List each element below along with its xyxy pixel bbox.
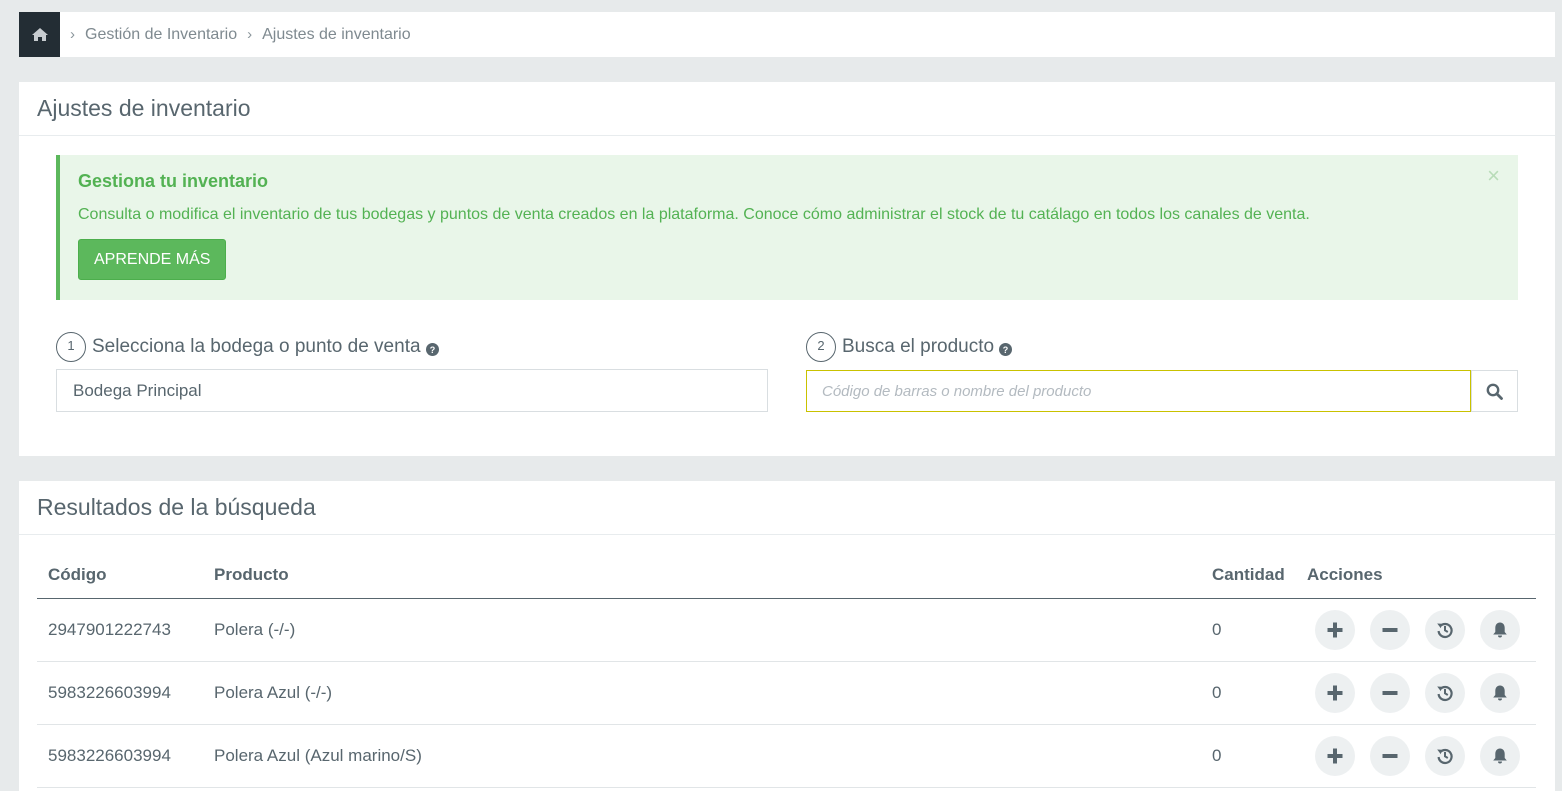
column-header-code[interactable]: Código bbox=[37, 561, 203, 599]
home-button[interactable] bbox=[19, 12, 60, 57]
alert-button[interactable] bbox=[1480, 609, 1520, 650]
inventory-adjust-panel: Ajustes de inventario Gestiona tu invent… bbox=[19, 82, 1555, 456]
cell-actions bbox=[1296, 661, 1536, 725]
cell-product: Polera Azul (-/-) bbox=[203, 661, 1201, 725]
minus-icon bbox=[1382, 690, 1398, 695]
column-header-quantity[interactable]: Cantidad bbox=[1201, 561, 1296, 599]
table-row: 5983226603994 Polera Azul (-/-) 0 bbox=[37, 661, 1536, 725]
history-button[interactable] bbox=[1425, 609, 1465, 650]
minus-icon bbox=[1382, 627, 1398, 632]
bell-icon bbox=[1493, 622, 1507, 637]
breadcrumb-item-inventory[interactable]: Gestión de Inventario bbox=[85, 26, 237, 44]
bell-icon bbox=[1493, 685, 1507, 700]
alert-text: Consulta o modifica el inventario de tus… bbox=[78, 206, 1310, 223]
cell-actions bbox=[1296, 598, 1536, 662]
step-label: Busca el producto bbox=[842, 336, 995, 357]
results-table: Código Producto Cantidad Acciones 294790… bbox=[37, 561, 1536, 788]
panel-header: Ajustes de inventario bbox=[19, 82, 1555, 136]
results-title: Resultados de la búsqueda bbox=[37, 494, 316, 520]
remove-stock-button[interactable] bbox=[1370, 735, 1410, 776]
table-row: 5983226603994 Polera Azul (Azul marino/S… bbox=[37, 724, 1536, 788]
history-button[interactable] bbox=[1425, 735, 1465, 776]
search-icon bbox=[1486, 383, 1503, 400]
column-header-product[interactable]: Producto bbox=[203, 561, 1201, 599]
info-alert: Gestiona tu inventario Consulta o modifi… bbox=[56, 155, 1518, 300]
add-stock-button[interactable] bbox=[1315, 672, 1355, 713]
remove-stock-button[interactable] bbox=[1370, 609, 1410, 650]
history-icon bbox=[1437, 748, 1453, 764]
history-icon bbox=[1437, 685, 1453, 701]
cell-actions bbox=[1296, 724, 1536, 788]
svg-text:?: ? bbox=[429, 345, 435, 355]
close-icon[interactable]: × bbox=[1487, 165, 1500, 187]
cell-code: 5983226603994 bbox=[37, 661, 203, 725]
chevron-right-icon: › bbox=[247, 26, 253, 43]
cell-quantity: 0 bbox=[1201, 661, 1296, 725]
remove-stock-button[interactable] bbox=[1370, 672, 1410, 713]
table-header-row: Código Producto Cantidad Acciones bbox=[37, 561, 1536, 599]
step-label: Selecciona la bodega o punto de venta bbox=[92, 336, 421, 357]
history-button[interactable] bbox=[1425, 672, 1465, 713]
history-icon bbox=[1437, 622, 1453, 638]
svg-text:?: ? bbox=[1003, 345, 1009, 355]
search-results-panel: Resultados de la búsqueda Código Product… bbox=[19, 481, 1555, 791]
add-stock-button[interactable] bbox=[1315, 609, 1355, 650]
learn-more-button[interactable]: APRENDE MÁS bbox=[78, 239, 227, 280]
plus-icon bbox=[1327, 748, 1343, 763]
bell-icon bbox=[1493, 748, 1507, 763]
home-icon bbox=[31, 28, 48, 41]
chevron-right-icon: › bbox=[70, 26, 75, 43]
alert-button[interactable] bbox=[1480, 672, 1520, 713]
help-icon[interactable]: ? bbox=[425, 342, 439, 356]
add-stock-button[interactable] bbox=[1315, 735, 1355, 776]
warehouse-select[interactable]: Bodega Principal bbox=[56, 369, 768, 412]
cell-code: 2947901222743 bbox=[37, 598, 203, 662]
cell-quantity: 0 bbox=[1201, 724, 1296, 788]
step-number: 1 bbox=[56, 332, 86, 362]
help-icon[interactable]: ? bbox=[999, 342, 1013, 356]
cell-quantity: 0 bbox=[1201, 598, 1296, 662]
panel-header: Resultados de la búsqueda bbox=[19, 481, 1555, 535]
cell-product: Polera Azul (Azul marino/S) bbox=[203, 724, 1201, 788]
plus-icon bbox=[1327, 622, 1343, 637]
minus-icon bbox=[1382, 753, 1398, 758]
plus-icon bbox=[1327, 685, 1343, 700]
alert-title: Gestiona tu inventario bbox=[78, 171, 269, 191]
cell-code: 5983226603994 bbox=[37, 724, 203, 788]
step-1-label: 1 Selecciona la bodega o punto de venta … bbox=[56, 332, 439, 362]
step-number: 2 bbox=[806, 332, 836, 362]
cell-product: Polera (-/-) bbox=[203, 598, 1201, 662]
table-row: 2947901222743 Polera (-/-) 0 bbox=[37, 598, 1536, 662]
column-header-actions: Acciones bbox=[1296, 561, 1536, 599]
breadcrumb-item-current: Ajustes de inventario bbox=[262, 25, 411, 43]
search-button[interactable] bbox=[1471, 370, 1518, 412]
alert-button[interactable] bbox=[1480, 735, 1520, 776]
breadcrumb: › Gestión de Inventario › Ajustes de inv… bbox=[19, 12, 1555, 57]
product-search-input[interactable] bbox=[806, 370, 1471, 412]
page-title: Ajustes de inventario bbox=[37, 95, 251, 121]
step-2-label: 2 Busca el producto ? bbox=[806, 332, 1013, 362]
